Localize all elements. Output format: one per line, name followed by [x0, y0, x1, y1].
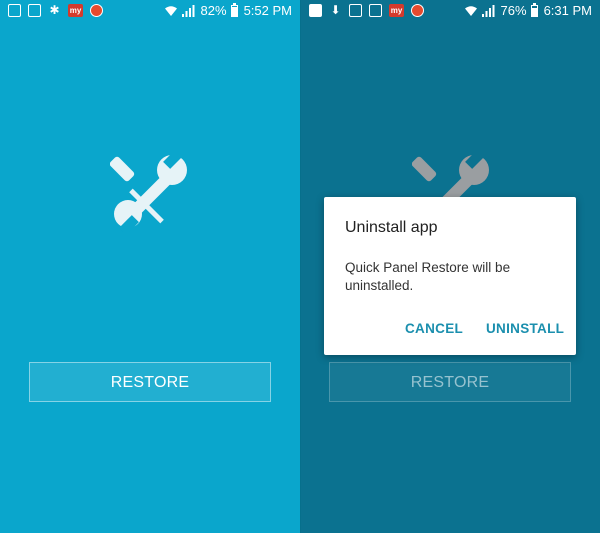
clock: 6:31 PM: [543, 3, 592, 18]
dialog-message: Quick Panel Restore will be uninstalled.: [345, 260, 511, 293]
battery-percent: 76%: [500, 3, 527, 18]
uninstall-dialog: Uninstall app Quick Panel Restore will b…: [324, 197, 576, 355]
uninstall-button[interactable]: UNINSTALL: [486, 321, 564, 336]
battery-percent: 82%: [200, 3, 227, 18]
clock: 5:52 PM: [243, 3, 292, 18]
save-icon: [369, 4, 382, 17]
status-indicators: 82% 5:52 PM: [164, 2, 292, 18]
dialog-title: Uninstall app: [345, 219, 438, 236]
status-indicators: 76% 6:31 PM: [464, 2, 592, 18]
left-screen: ✱ my 82% 5:52 PM RESTORE: [0, 0, 300, 533]
restore-button[interactable]: RESTORE: [29, 362, 271, 402]
email-icon: [349, 4, 362, 17]
wifi-icon: [464, 5, 477, 16]
orange-app-icon: [90, 4, 103, 17]
signal-icon: [181, 4, 195, 17]
notification-icons: ✱ my: [8, 4, 110, 17]
image-icon: [28, 4, 41, 17]
save-icon: [8, 4, 21, 17]
wifi-icon: [164, 5, 177, 16]
battery-icon: [530, 2, 538, 17]
orange-app-icon: [411, 4, 424, 17]
my-app-icon: my: [68, 4, 83, 17]
download-icon: ⬇: [330, 3, 341, 17]
status-bar: ⬇ my 76% 6:31 PM: [301, 0, 600, 24]
my-app-icon: my: [389, 4, 404, 17]
facebook-icon: [309, 4, 322, 17]
cancel-button[interactable]: CANCEL: [405, 321, 463, 336]
settings-icon: ✱: [49, 3, 60, 17]
signal-icon: [481, 4, 495, 17]
status-bar: ✱ my 82% 5:52 PM: [0, 0, 300, 24]
tools-icon: [110, 152, 187, 232]
notification-icons: ⬇ my: [309, 4, 431, 17]
battery-icon: [230, 2, 238, 17]
restore-button: RESTORE: [329, 362, 571, 402]
